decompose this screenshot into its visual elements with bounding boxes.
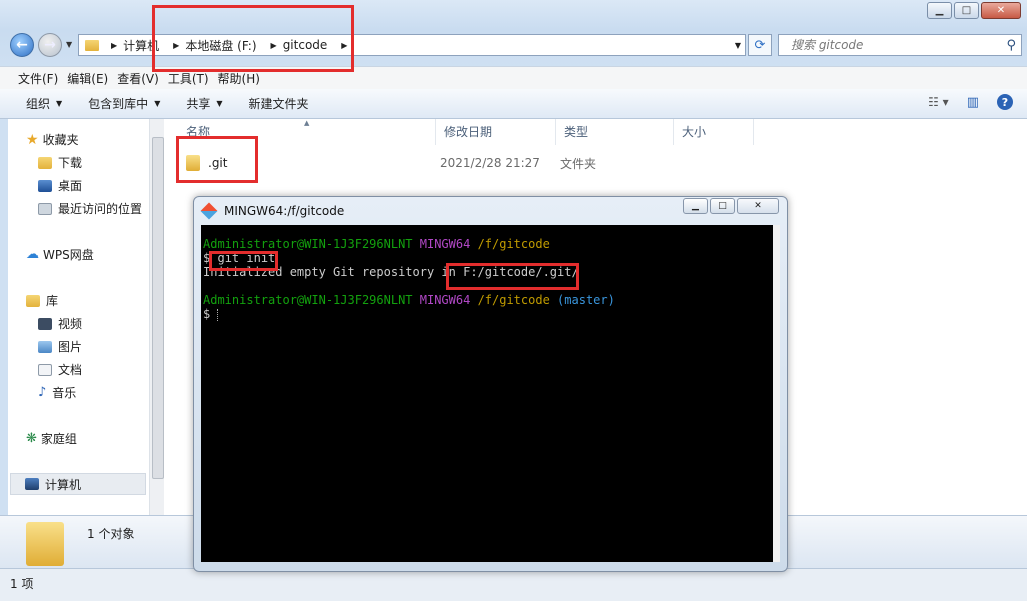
terminal-maximize-button[interactable]: □ <box>710 198 735 214</box>
share-button[interactable]: 共享 ▼ <box>186 95 222 112</box>
terminal-window: MINGW64:/f/gitcode ▁ □ ✕ Administrator@W… <box>193 196 788 572</box>
documents-icon <box>38 363 52 376</box>
help-icon[interactable]: ? <box>997 94 1013 110</box>
column-date[interactable]: 修改日期 <box>436 119 556 145</box>
computer-icon <box>25 478 39 490</box>
terminal-minimize-button[interactable]: ▁ <box>683 198 708 214</box>
view-options-icon[interactable]: ☷ ▾ <box>928 95 949 109</box>
menu-edit[interactable]: 编辑(E) <box>67 70 117 87</box>
pictures-icon <box>38 340 52 353</box>
forward-button[interactable]: → <box>38 33 62 57</box>
folder-icon <box>26 522 64 566</box>
terminal-line: $ <box>203 307 219 321</box>
nav-recent-places[interactable]: 最近访问的位置 <box>38 200 142 217</box>
history-dropdown-icon[interactable]: ▼ <box>66 40 72 49</box>
terminal-cursor <box>217 308 219 321</box>
downloads-folder-icon <box>38 156 52 169</box>
nav-desktop[interactable]: 桌面 <box>38 177 82 194</box>
navigation-pane: ★ 收藏夹 下载 桌面 最近访问的位置 ☁ WPS网盘 库 视频 图片 文档 ♪… <box>8 119 149 515</box>
search-icon[interactable]: ⚲ <box>1006 36 1016 56</box>
library-icon <box>26 294 40 307</box>
object-count: 1 个对象 <box>87 527 135 541</box>
terminal-close-button[interactable]: ✕ <box>737 198 779 214</box>
terminal-line: Administrator@WIN-1J3F296NLNT MINGW64 /f… <box>203 237 550 251</box>
search-input[interactable]: 搜索 gitcode ⚲ <box>778 34 1022 56</box>
terminal-controls: ▁ □ ✕ <box>683 198 779 214</box>
minimize-button[interactable]: ▁ <box>927 2 952 19</box>
video-icon <box>38 317 52 330</box>
column-size[interactable]: 大小 <box>674 119 754 145</box>
nav-computer[interactable]: 计算机 <box>10 473 146 495</box>
file-type: 文件夹 <box>560 156 597 171</box>
annotation-box-repo-path <box>446 263 579 290</box>
window-controls: ▁ □ ✕ <box>927 2 1021 19</box>
recent-places-icon <box>38 202 52 215</box>
nav-homegroup[interactable]: ❋ 家庭组 <box>26 430 77 447</box>
cloud-icon: ☁ <box>26 247 39 262</box>
homegroup-icon: ❋ <box>26 431 37 446</box>
back-button[interactable]: ← <box>10 33 34 57</box>
nav-music[interactable]: ♪ 音乐 <box>38 384 76 401</box>
nav-pictures[interactable]: 图片 <box>38 338 82 355</box>
column-headers: 名称 修改日期 类型 大小 <box>164 119 924 145</box>
menu-file[interactable]: 文件(F) <box>0 70 67 87</box>
menu-help[interactable]: 帮助(H) <box>218 70 269 87</box>
music-icon: ♪ <box>38 385 47 400</box>
nav-wps-cloud[interactable]: ☁ WPS网盘 <box>26 246 94 263</box>
new-folder-button[interactable]: 新建文件夹 <box>249 95 309 112</box>
annotation-box-address <box>152 5 354 72</box>
desktop-icon <box>38 179 52 192</box>
command-bar: 组织 ▼ 包含到库中 ▼ 共享 ▼ 新建文件夹 ☷ ▾ ▥ ? <box>0 89 1027 119</box>
terminal-title: MINGW64:/f/gitcode <box>224 204 345 218</box>
close-button[interactable]: ✕ <box>981 2 1021 19</box>
nav-documents[interactable]: 文档 <box>38 361 82 378</box>
terminal-line: Administrator@WIN-1J3F296NLNT MINGW64 /f… <box>203 293 615 307</box>
item-count: 1 项 <box>10 577 34 591</box>
annotation-box-git-folder <box>176 136 258 183</box>
organize-button[interactable]: 组织 ▼ <box>26 95 62 112</box>
git-logo-icon <box>200 202 218 220</box>
star-icon: ★ <box>26 131 39 148</box>
include-in-library-button[interactable]: 包含到库中 ▼ <box>88 95 160 112</box>
terminal-scrollbar[interactable] <box>773 225 780 562</box>
annotation-box-git-init <box>209 251 278 271</box>
menu-tools[interactable]: 工具(T) <box>168 70 218 87</box>
breadcrumb-arrow-icon[interactable]: ▶ <box>111 41 117 50</box>
nav-favorites[interactable]: ★ 收藏夹 <box>26 131 79 148</box>
preview-pane-icon[interactable]: ▥ <box>967 95 979 110</box>
search-placeholder: 搜索 gitcode <box>791 38 864 52</box>
nav-downloads[interactable]: 下载 <box>38 154 82 171</box>
nav-scrollbar[interactable] <box>149 119 165 515</box>
folder-icon <box>85 39 99 51</box>
address-dropdown-icon[interactable]: ▼ <box>735 41 741 50</box>
refresh-button[interactable]: ⟳ <box>748 34 772 56</box>
menu-view[interactable]: 查看(V) <box>117 70 168 87</box>
column-type[interactable]: 类型 <box>556 119 674 145</box>
nav-scrollbar-thumb[interactable] <box>152 137 164 479</box>
nav-videos[interactable]: 视频 <box>38 315 82 332</box>
file-date: 2021/2/28 21:27 <box>440 156 540 170</box>
maximize-button[interactable]: □ <box>954 2 979 19</box>
status-bar: 1 项 <box>0 568 1027 601</box>
nav-libraries[interactable]: 库 <box>26 292 58 309</box>
